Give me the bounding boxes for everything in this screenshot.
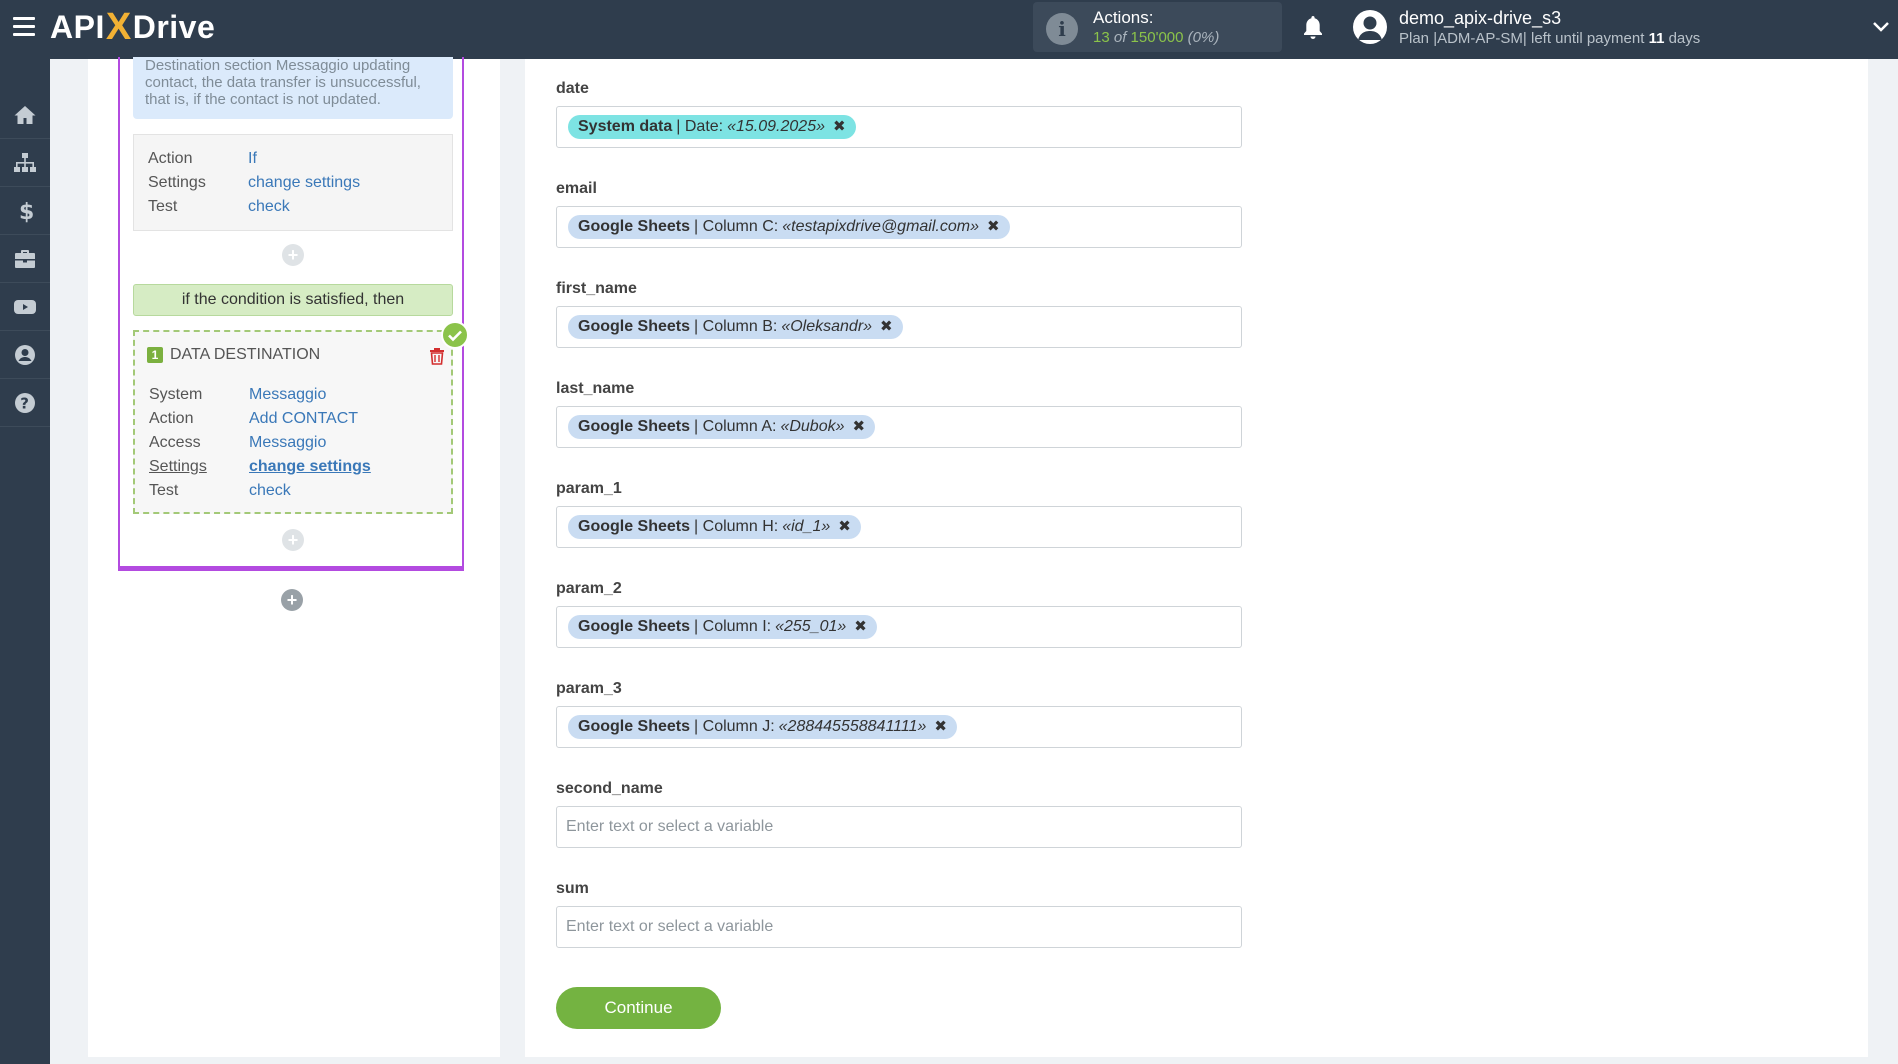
sidebar-item-video[interactable] [0, 283, 50, 331]
filter-action-row: Action If [148, 150, 257, 167]
field-label-sum: sum [556, 880, 589, 897]
field-email[interactable]: Google Sheets | Column C: «testapixdrive@g… [556, 206, 1242, 248]
field-param-1[interactable]: Google Sheets | Column H: «id_1» ✖ [556, 506, 1242, 548]
remove-chip-icon[interactable]: ✖ [987, 215, 1000, 239]
add-block-button[interactable]: + [281, 589, 303, 611]
dest-action-row: Action Add CONTACT [149, 410, 359, 427]
field-label-email: email [556, 180, 597, 197]
dollar-icon: $ [19, 200, 34, 223]
field-first-name[interactable]: Google Sheets | Column B: «Oleksandr» ✖ [556, 306, 1242, 348]
actions-label: Actions: [1093, 8, 1154, 27]
dest-system-link[interactable]: Messaggio [249, 386, 326, 403]
variable-chip[interactable]: Google Sheets | Column H: «id_1» ✖ [568, 515, 861, 539]
svg-text:$: $ [19, 200, 34, 223]
dest-test-link[interactable]: check [249, 482, 291, 499]
dest-access-link[interactable]: Messaggio [249, 434, 326, 451]
home-icon [14, 105, 36, 124]
svg-text:?: ? [20, 394, 29, 412]
remove-chip-icon[interactable]: ✖ [853, 415, 866, 439]
briefcase-icon [15, 249, 35, 268]
trash-icon[interactable] [429, 347, 445, 365]
filter-settings-row: Settings change settings [148, 174, 361, 191]
remove-chip-icon[interactable]: ✖ [838, 515, 851, 539]
user-icon [15, 344, 35, 365]
field-label-param-2: param_2 [556, 580, 622, 597]
destination-title: 1 DATA DESTINATION [147, 346, 320, 364]
field-label-last-name: last_name [556, 380, 635, 397]
remove-chip-icon[interactable]: ✖ [833, 115, 846, 139]
field-label-first-name: first_name [556, 280, 637, 297]
field-label-date: date [556, 80, 589, 97]
step-number-badge: 1 [147, 347, 163, 363]
data-destination-card[interactable]: 1 DATA DESTINATION System Messaggio Actio… [133, 330, 453, 514]
flow-panel: Destination section Messaggio updating c… [88, 57, 500, 1057]
field-param-2[interactable]: Google Sheets | Column I: «255_01» ✖ [556, 606, 1242, 648]
field-param-3[interactable]: Google Sheets | Column J: «288445558841111… [556, 706, 1242, 748]
dest-settings-link[interactable]: change settings [249, 458, 371, 475]
sitemap-icon [14, 152, 36, 172]
add-step-button[interactable]: + [282, 244, 304, 266]
field-placeholder: Enter text or select a variable [566, 918, 774, 935]
filter-action-link[interactable]: If [248, 150, 257, 167]
dest-system-row: System Messaggio [149, 386, 327, 403]
menu-icon[interactable] [13, 17, 35, 37]
plan-info: Plan |ADM-AP-SM| left until payment 11 d… [1399, 30, 1701, 47]
dest-test-row: Test check [149, 482, 291, 499]
avatar[interactable] [1353, 10, 1387, 44]
field-label-param-3: param_3 [556, 680, 622, 697]
variable-chip[interactable]: Google Sheets | Column I: «255_01» ✖ [568, 615, 877, 639]
filter-note: Destination section Messaggio updating c… [133, 57, 453, 119]
dest-access-row: Access Messaggio [149, 434, 327, 451]
add-step-button[interactable]: + [282, 529, 304, 551]
field-mapping-form: date System data | Date: «15.09.2025» ✖ ema… [525, 59, 1868, 1057]
sidebar-item-connections[interactable] [0, 139, 50, 187]
sidebar-item-billing[interactable]: $ [0, 187, 50, 235]
field-date[interactable]: System data | Date: «15.09.2025» ✖ [556, 106, 1242, 148]
remove-chip-icon[interactable]: ✖ [880, 315, 893, 339]
apix-drive-logo[interactable]: API X Drive [50, 6, 215, 48]
dest-action-link[interactable]: Add CONTACT [249, 410, 358, 427]
check-circle-icon [441, 321, 469, 349]
bell-icon[interactable] [1301, 14, 1325, 42]
sidebar-item-help[interactable]: ? [0, 379, 50, 427]
chevron-down-icon[interactable] [1872, 20, 1890, 34]
continue-button[interactable]: Continue [556, 987, 721, 1029]
filter-test-row: Test check [148, 198, 290, 215]
variable-chip[interactable]: System data | Date: «15.09.2025» ✖ [568, 115, 856, 139]
field-placeholder: Enter text or select a variable [566, 818, 774, 835]
filter-test-link[interactable]: check [248, 198, 290, 215]
condition-label: if the condition is satisfied, then [133, 284, 453, 316]
variable-chip[interactable]: Google Sheets | Column B: «Oleksandr» ✖ [568, 315, 903, 339]
filter-card: Action If Settings change settings Test che… [133, 134, 453, 231]
variable-chip[interactable]: Google Sheets | Column A: «Dubok» ✖ [568, 415, 876, 439]
sidebar-item-home[interactable] [0, 91, 50, 139]
sidebar-item-account[interactable] [0, 331, 50, 379]
info-icon: i [1046, 13, 1078, 45]
field-second-name[interactable]: Enter text or select a variable [556, 806, 1242, 848]
field-label-second-name: second_name [556, 780, 663, 797]
top-bar: API X Drive i Actions: 13 of 150'000 (0%) … [0, 0, 1898, 59]
sidebar-item-tools[interactable] [0, 235, 50, 283]
variable-chip[interactable]: Google Sheets | Column C: «testapixdrive@g… [568, 215, 1010, 239]
sidebar-nav: $ ? [0, 59, 50, 1064]
remove-chip-icon[interactable]: ✖ [934, 715, 947, 739]
filter-block: Destination section Messaggio updating c… [118, 57, 464, 571]
field-last-name[interactable]: Google Sheets | Column A: «Dubok» ✖ [556, 406, 1242, 448]
help-icon: ? [15, 392, 35, 413]
field-sum[interactable]: Enter text or select a variable [556, 906, 1242, 948]
actions-counter[interactable]: i Actions: 13 of 150'000 (0%) [1033, 2, 1282, 52]
variable-chip[interactable]: Google Sheets | Column J: «288445558841111… [568, 715, 957, 739]
youtube-icon [14, 299, 36, 314]
filter-settings-link[interactable]: change settings [248, 174, 360, 191]
remove-chip-icon[interactable]: ✖ [854, 615, 867, 639]
dest-settings-row: Settings change settings [149, 458, 371, 475]
field-label-param-1: param_1 [556, 480, 622, 497]
user-name[interactable]: demo_apix-drive_s3 [1399, 8, 1561, 29]
actions-count: 13 of 150'000 (0%) [1093, 29, 1220, 46]
